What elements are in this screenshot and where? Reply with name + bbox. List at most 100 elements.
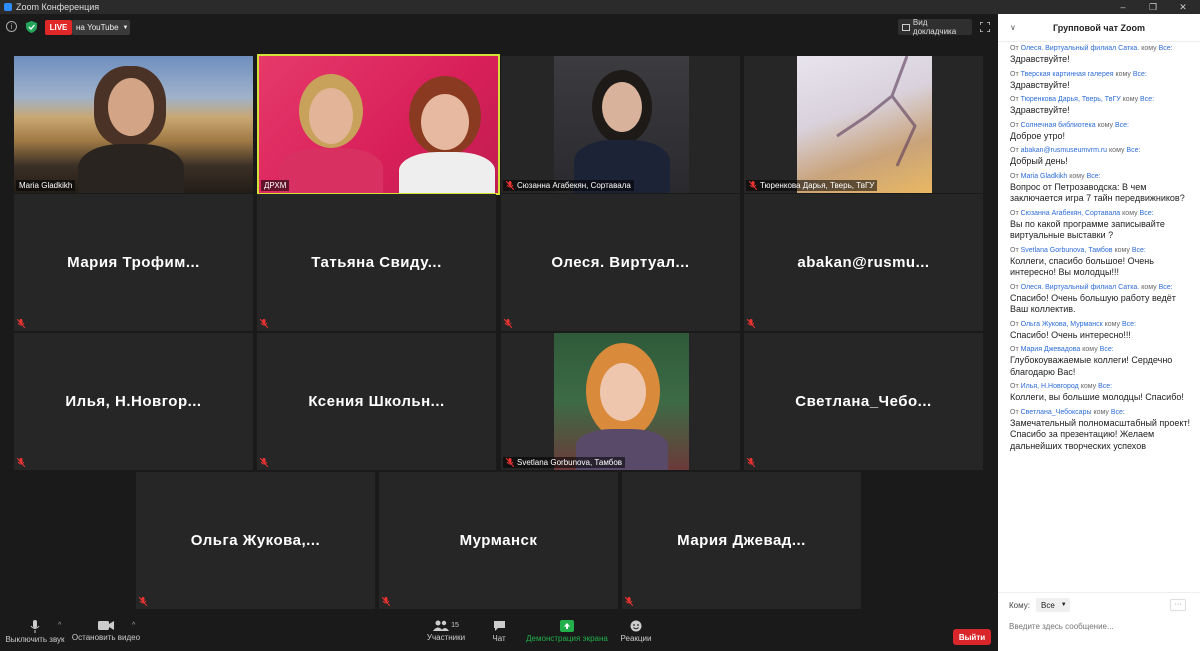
from-prefix: От: [1010, 283, 1019, 291]
video-tile[interactable]: Татьяна Свиду...: [257, 194, 496, 331]
to-word: кому: [1114, 246, 1130, 254]
restore-button[interactable]: ❐: [1140, 0, 1166, 14]
participants-label: Участники: [426, 633, 466, 642]
video-tile[interactable]: Мурманск: [379, 472, 618, 609]
participant-video: [259, 56, 498, 193]
close-window-button[interactable]: ✕: [1170, 0, 1196, 14]
from-prefix: От: [1010, 147, 1019, 154]
sender-name[interactable]: Сюзанна Агабекян, Сортавала: [1021, 210, 1121, 217]
reactions-button[interactable]: Реакции: [618, 618, 654, 651]
from-prefix: От: [1010, 408, 1019, 416]
microphone-icon: [30, 620, 40, 633]
recipient-select[interactable]: Все ▼: [1036, 598, 1070, 612]
stream-target-dropdown[interactable]: на YouTube ▼: [72, 20, 130, 35]
video-options-caret-icon[interactable]: ^: [132, 622, 135, 629]
stop-video-button[interactable]: Остановить видео: [71, 618, 141, 651]
recipient-name: Все:: [1139, 209, 1154, 217]
video-tile[interactable]: Тюренкова Дарья, Тверь, ТвГУ: [744, 56, 983, 193]
chat-message-sender: От Солнечная библиотека кому Все:: [1010, 121, 1196, 131]
fullscreen-icon[interactable]: [980, 22, 990, 32]
participant-name-label: Тюренкова Дарья, Тверь, ТвГУ: [746, 180, 878, 191]
chat-message-sender: От Сюзанна Агабекян, Сортавала кому Все:: [1010, 209, 1196, 219]
to-word: кому: [1093, 408, 1109, 416]
video-tile[interactable]: Maria Gladkikh: [14, 56, 253, 193]
video-tile[interactable]: Сюзанна Агабекян, Сортавала: [501, 56, 740, 193]
mute-button[interactable]: Выключить звук: [4, 618, 66, 651]
video-tile[interactable]: abakan@rusmu...: [744, 194, 983, 331]
video-tile[interactable]: Ольга Жукова,...: [136, 472, 375, 609]
recipient-name: Все:: [1098, 383, 1113, 390]
sender-name[interactable]: Илья, Н.Новгород: [1021, 383, 1079, 390]
participant-name: Ксения Школьн...: [308, 393, 445, 410]
sender-name[interactable]: Тверская картинная галерея: [1021, 71, 1114, 78]
video-tile[interactable]: Олеся. Виртуал...: [501, 194, 740, 331]
stream-target-label: на YouTube: [76, 23, 119, 32]
sender-name[interactable]: Олеся. Виртуальный филиал Сатка.: [1021, 284, 1140, 291]
recipient-name: Все:: [1158, 283, 1173, 291]
recipient-value: Все: [1041, 600, 1055, 610]
video-tile-active-speaker[interactable]: ДРХМ: [257, 54, 500, 195]
sender-name[interactable]: Светлана_Чебоксары: [1021, 409, 1092, 416]
audio-options-caret-icon[interactable]: ^: [58, 622, 61, 629]
chat-message-sender: От Svetlana Gorbunova, Тамбов кому Все:: [1010, 246, 1196, 256]
sender-name[interactable]: Ольга Жукова, Мурманск: [1021, 321, 1103, 328]
muted-mic-icon: [17, 458, 25, 467]
muted-mic-icon: [749, 181, 757, 190]
sender-name[interactable]: Олеся. Виртуальный филиал Сатка.: [1021, 45, 1140, 52]
to-word: кому: [1122, 209, 1138, 217]
speaker-view-button[interactable]: Вид докладчика: [898, 18, 972, 36]
video-camera-icon: [98, 621, 114, 630]
leave-button[interactable]: Выйти: [953, 629, 991, 645]
video-tile[interactable]: Светлана_Чебо...: [744, 333, 983, 470]
to-word: кому: [1115, 70, 1131, 78]
chat-message: От Сюзанна Агабекян, Сортавала кому Все:…: [1010, 209, 1196, 242]
muted-mic-icon: [504, 319, 512, 328]
sender-name[interactable]: Тюренкова Дарья, Тверь, ТвГУ: [1021, 96, 1121, 103]
participant-avatar-photo: [554, 56, 689, 193]
muted-mic-icon: [382, 597, 390, 606]
muted-mic-icon: [139, 597, 147, 606]
from-prefix: От: [1010, 320, 1019, 328]
chat-message-sender: От Олеся. Виртуальный филиал Сатка. кому…: [1010, 44, 1196, 54]
chevron-down-icon: ▼: [122, 24, 129, 31]
video-tile[interactable]: Илья, Н.Новгор...: [14, 333, 253, 470]
mute-label: Выключить звук: [5, 635, 65, 644]
video-tile[interactable]: Мария Джевад...: [622, 472, 861, 609]
video-tile[interactable]: Ксения Школьн...: [257, 333, 496, 470]
chat-message-sender: От Maria Gladkikh кому Все:: [1010, 172, 1196, 182]
participants-button[interactable]: 15 Участники: [424, 618, 468, 651]
share-screen-button[interactable]: Демонстрация экрана: [526, 618, 608, 651]
video-tile[interactable]: Мария Трофим...: [14, 194, 253, 331]
sender-name[interactable]: Svetlana Gorbunova, Тамбов: [1021, 247, 1113, 254]
participant-name: Светлана_Чебо...: [795, 393, 932, 410]
sender-name[interactable]: Maria Gladkikh: [1021, 173, 1068, 180]
chat-button[interactable]: Чат: [484, 618, 514, 651]
chat-message: От abakan@rusmuseumvrm.ru кому Все: Добры…: [1010, 146, 1196, 168]
muted-mic-icon: [260, 319, 268, 328]
chat-message: От Maria Gladkikh кому Все: Вопрос от Пет…: [1010, 172, 1196, 205]
chat-message-text: Вы по какой программе записывайте виртуа…: [1010, 218, 1165, 241]
sender-name[interactable]: abakan@rusmuseumvrm.ru: [1021, 147, 1107, 154]
meeting-topbar: i LIVE на YouTube ▼ Вид докладчика: [0, 14, 998, 40]
from-prefix: От: [1010, 96, 1019, 103]
chat-message-text: Добрый день!: [1010, 156, 1068, 166]
from-prefix: От: [1010, 346, 1019, 353]
recipient-name: Все:: [1099, 346, 1114, 353]
shield-icon[interactable]: [26, 21, 37, 33]
participant-name: Олеся. Виртуал...: [551, 254, 690, 271]
more-options-button[interactable]: ···: [1170, 599, 1186, 611]
chat-message-text: Коллеги, спасибо большое! Очень интересн…: [1010, 255, 1154, 278]
chat-message-text: Глубокоуважаемые коллеги! Сердечно благо…: [1010, 355, 1173, 377]
participant-name: Мурманск: [459, 532, 538, 549]
chat-message: От Тюренкова Дарья, Тверь, ТвГУ кому Все…: [1010, 95, 1196, 117]
sender-name[interactable]: Солнечная библиотека: [1021, 122, 1096, 129]
video-tile[interactable]: Svetlana Gorbunova, Тамбов: [501, 333, 740, 470]
chat-message-input[interactable]: [1009, 619, 1189, 633]
chat-message-sender: От Олеся. Виртуальный филиал Сатка. кому…: [1010, 283, 1196, 293]
info-icon[interactable]: i: [6, 21, 17, 32]
participant-name: Илья, Н.Новгор...: [65, 393, 202, 410]
minimize-button[interactable]: –: [1110, 0, 1136, 14]
participant-name-label: Сюзанна Агабекян, Сортавала: [503, 180, 634, 191]
sender-name[interactable]: Мария Джевадова: [1021, 346, 1081, 353]
window-titlebar: Zoom Конференция – ❐ ✕: [0, 0, 1200, 14]
